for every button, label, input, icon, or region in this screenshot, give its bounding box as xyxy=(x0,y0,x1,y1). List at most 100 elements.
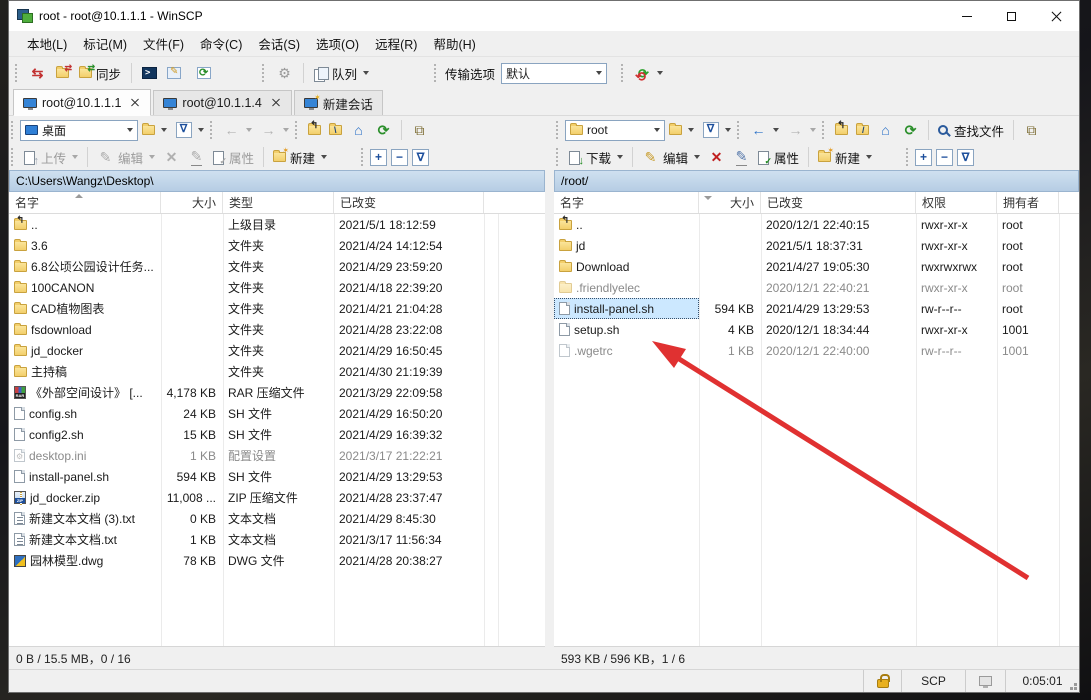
local-drive-combo[interactable]: 桌面 xyxy=(20,120,138,141)
select-files-button[interactable]: + xyxy=(370,149,387,166)
refresh-session-button[interactable] xyxy=(192,60,216,86)
remote-back-button[interactable] xyxy=(746,118,783,142)
selection-filter-button[interactable]: ∇ xyxy=(957,149,974,166)
unselect-files-button[interactable]: − xyxy=(936,149,953,166)
connection-status[interactable] xyxy=(965,670,1005,692)
file-row[interactable]: ..2020/12/1 22:40:15rwxr-xr-xroot xyxy=(554,214,1079,235)
compare-directories-button[interactable] xyxy=(24,60,51,86)
menu-item[interactable]: 会话(S) xyxy=(250,30,308,57)
session-tab[interactable]: root@10.1.1.4 xyxy=(153,90,291,115)
synchronize-button[interactable]: 同步 xyxy=(74,60,126,86)
local-home-directory-button[interactable] xyxy=(346,118,371,142)
toolbar-grip[interactable] xyxy=(361,148,365,166)
toolbar-grip[interactable] xyxy=(210,121,214,139)
local-open-directory-button[interactable] xyxy=(138,118,171,142)
upload-button[interactable]: 上传 xyxy=(20,145,82,169)
remote-path-bar[interactable]: /root/ xyxy=(554,170,1079,192)
toolbar-grip[interactable] xyxy=(737,121,741,139)
column-header[interactable]: 名字 xyxy=(554,192,699,213)
find-files-button[interactable]: 查找文件 xyxy=(934,118,1008,142)
local-refresh-button[interactable] xyxy=(371,118,396,142)
remote-properties-button[interactable]: 属性 xyxy=(754,145,803,169)
panel-splitter[interactable] xyxy=(545,192,554,214)
local-properties-button[interactable]: 属性 xyxy=(209,145,258,169)
local-edit-button[interactable]: 编辑 xyxy=(93,145,159,169)
remote-delete-button[interactable] xyxy=(704,145,729,169)
column-header[interactable]: 拥有者 xyxy=(997,192,1059,213)
toolbar-grip[interactable] xyxy=(262,64,266,82)
file-row[interactable]: jd_docker文件夹2021/4/29 16:50:45 xyxy=(9,340,545,361)
remote-new-button[interactable]: 新建 xyxy=(814,145,876,169)
panel-splitter[interactable] xyxy=(545,116,554,144)
remote-directory-combo[interactable]: root xyxy=(565,120,665,141)
file-row[interactable]: install-panel.sh594 KB2021/4/29 13:29:53… xyxy=(554,298,1079,319)
maximize-button[interactable] xyxy=(989,1,1034,31)
column-header[interactable]: 已改变 xyxy=(334,192,484,213)
column-header[interactable]: 名字 xyxy=(9,192,161,213)
file-row[interactable]: 3.6文件夹2021/4/24 14:12:54 xyxy=(9,235,545,256)
session-duration[interactable]: 0:05:01 xyxy=(1005,670,1079,692)
file-row[interactable]: 6.8公顷公园设计任务...文件夹2021/4/29 23:59:20 xyxy=(9,256,545,277)
new-session-tab[interactable]: 新建会话 xyxy=(294,90,383,115)
file-row[interactable]: Download2021/4/27 19:05:30rwxrwxrwxroot xyxy=(554,256,1079,277)
file-row[interactable]: .wgetrc1 KB2020/12/1 22:40:00rw-r--r--10… xyxy=(554,340,1079,361)
selection-filter-button[interactable]: ∇ xyxy=(412,149,429,166)
local-delete-button[interactable] xyxy=(159,145,184,169)
file-row[interactable]: 主持稿文件夹2021/4/30 21:19:39 xyxy=(9,361,545,382)
file-row[interactable]: config2.sh15 KBSH 文件2021/4/29 16:39:32 xyxy=(9,424,545,445)
column-header[interactable]: 权限 xyxy=(916,192,997,213)
toolbar-grip[interactable] xyxy=(15,64,19,82)
remote-forward-button[interactable] xyxy=(783,118,820,142)
file-row[interactable]: 园林模型.dwg78 KBDWG 文件2021/4/28 20:38:27 xyxy=(9,550,545,571)
toolbar-grip[interactable] xyxy=(295,121,299,139)
file-row[interactable]: 新建文本文档.txt1 KB文本文档2021/3/17 11:56:34 xyxy=(9,529,545,550)
file-row[interactable]: jd_docker.zip11,008 ...ZIP 压缩文件2021/4/28… xyxy=(9,487,545,508)
remote-parent-directory-button[interactable] xyxy=(831,118,852,142)
toolbar-grip[interactable] xyxy=(906,148,910,166)
local-new-button[interactable]: 新建 xyxy=(269,145,331,169)
remote-rename-button[interactable] xyxy=(729,145,754,169)
column-header[interactable]: 已改变 xyxy=(761,192,916,213)
custom-commands-button[interactable] xyxy=(162,60,186,86)
menu-item[interactable]: 文件(F) xyxy=(135,30,192,57)
file-row[interactable]: 100CANON文件夹2021/4/18 22:39:20 xyxy=(9,277,545,298)
file-row[interactable]: fsdownload文件夹2021/4/28 23:22:08 xyxy=(9,319,545,340)
file-row[interactable]: ..上级目录2021/5/1 18:12:59 xyxy=(9,214,545,235)
menu-item[interactable]: 本地(L) xyxy=(19,30,75,57)
local-path-bar[interactable]: C:\Users\Wangz\Desktop\ xyxy=(9,170,545,192)
panel-splitter[interactable] xyxy=(545,144,554,170)
transfer-mode-button[interactable] xyxy=(630,60,668,86)
remote-open-directory-button[interactable] xyxy=(665,118,698,142)
local-back-button[interactable] xyxy=(219,118,256,142)
remote-root-directory-button[interactable] xyxy=(852,118,873,142)
remote-tree-button[interactable] xyxy=(1019,118,1044,142)
panel-splitter[interactable] xyxy=(545,214,554,646)
toolbar-grip[interactable] xyxy=(434,64,438,82)
open-console-button[interactable] xyxy=(137,60,162,86)
remote-filter-button[interactable] xyxy=(698,118,735,142)
remote-home-directory-button[interactable] xyxy=(873,118,898,142)
local-tree-button[interactable] xyxy=(407,118,432,142)
menu-item[interactable]: 帮助(H) xyxy=(425,30,483,57)
remote-refresh-button[interactable] xyxy=(898,118,923,142)
unselect-files-button[interactable]: − xyxy=(391,149,408,166)
file-row[interactable]: 新建文本文档 (3).txt0 KB文本文档2021/4/29 8:45:30 xyxy=(9,508,545,529)
select-files-button[interactable]: + xyxy=(915,149,932,166)
toolbar-grip[interactable] xyxy=(621,64,625,82)
resize-grip-icon[interactable] xyxy=(1074,687,1077,690)
remote-edit-button[interactable]: 编辑 xyxy=(638,145,704,169)
local-forward-button[interactable] xyxy=(256,118,293,142)
file-row[interactable]: desktop.ini1 KB配置设置2021/3/17 21:22:21 xyxy=(9,445,545,466)
local-root-directory-button[interactable] xyxy=(325,118,346,142)
toolbar-grip[interactable] xyxy=(11,148,15,166)
column-header[interactable]: 大小 xyxy=(161,192,223,213)
toolbar-grip[interactable] xyxy=(556,148,560,166)
file-row[interactable]: 《外部空间设计》 [...4,178 KBRAR 压缩文件2021/3/29 2… xyxy=(9,382,545,403)
encryption-status[interactable] xyxy=(863,670,901,692)
file-row[interactable]: config.sh24 KBSH 文件2021/4/29 16:50:20 xyxy=(9,403,545,424)
file-row[interactable]: CAD植物图表文件夹2021/4/21 21:04:28 xyxy=(9,298,545,319)
close-tab-icon[interactable] xyxy=(129,97,141,109)
column-header[interactable]: 类型 xyxy=(223,192,334,213)
local-rename-button[interactable] xyxy=(184,145,209,169)
file-row[interactable]: jd2021/5/1 18:37:31rwxr-xr-xroot xyxy=(554,235,1079,256)
